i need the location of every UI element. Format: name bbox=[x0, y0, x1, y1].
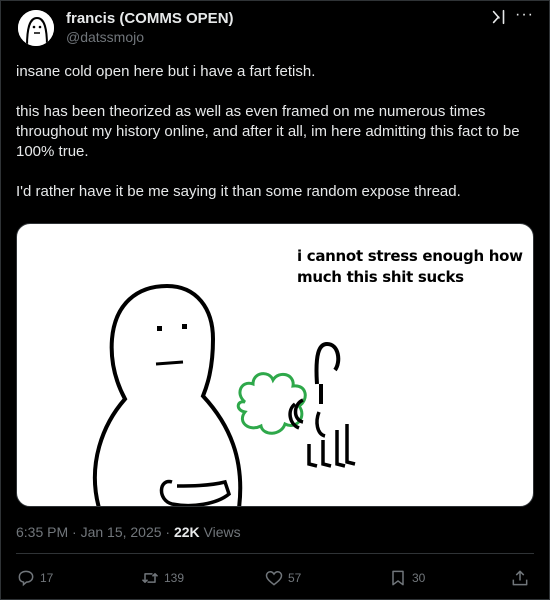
repost-count: 139 bbox=[164, 571, 185, 585]
tweet-paragraph: I'd rather have it be me saying it than … bbox=[16, 183, 461, 200]
like-icon bbox=[265, 570, 283, 586]
more-icon[interactable]: ··· bbox=[515, 7, 534, 23]
share-button[interactable] bbox=[510, 566, 534, 590]
tweet-text: insane cold open here but i have a fart … bbox=[16, 62, 536, 202]
author-names: francis (COMMS OPEN) @datssmojo bbox=[66, 10, 234, 46]
author-handle[interactable]: @datssmojo bbox=[66, 28, 234, 46]
creature-leg bbox=[345, 424, 356, 466]
tweet-header: francis (COMMS OPEN) @datssmojo ··· bbox=[16, 7, 534, 48]
media-caption: i cannot stress enough how much this shi… bbox=[297, 247, 523, 286]
action-bar: 17 139 57 30 bbox=[16, 566, 534, 590]
divider bbox=[16, 553, 534, 554]
avatar-face-icon bbox=[18, 10, 54, 46]
like-button[interactable]: 57 bbox=[264, 566, 301, 590]
share-icon bbox=[512, 570, 528, 586]
creature-leg bbox=[335, 430, 346, 468]
bookmark-button[interactable]: 30 bbox=[388, 566, 425, 590]
tweet-meta: 6:35 PM · Jan 15, 2025 · 22K Views bbox=[16, 524, 241, 540]
creature-body bbox=[315, 411, 326, 438]
creature-leg bbox=[321, 440, 332, 468]
creature-leg bbox=[307, 444, 318, 468]
figure-eye bbox=[182, 324, 187, 329]
author-display-name[interactable]: francis (COMMS OPEN) bbox=[66, 10, 234, 28]
bookmark-icon bbox=[392, 570, 404, 586]
views-label: Views bbox=[199, 524, 241, 540]
tweet-timestamp[interactable]: 6:35 PM · Jan 15, 2025 · bbox=[16, 524, 174, 540]
reply-count: 17 bbox=[40, 571, 54, 585]
tweet-media[interactable]: i cannot stress enough how much this shi… bbox=[16, 223, 534, 507]
repost-button[interactable]: 139 bbox=[140, 566, 184, 590]
figure-eye bbox=[157, 326, 162, 331]
creature-head bbox=[314, 341, 341, 385]
like-count: 57 bbox=[288, 571, 302, 585]
reply-icon bbox=[18, 570, 34, 587]
reply-button[interactable]: 17 bbox=[16, 566, 53, 590]
figure-mouth bbox=[155, 360, 184, 366]
avatar[interactable] bbox=[16, 8, 56, 48]
tweet-paragraph: insane cold open here but i have a fart … bbox=[16, 63, 316, 80]
grok-icon[interactable] bbox=[490, 8, 508, 26]
repost-icon bbox=[141, 573, 159, 583]
figure-arm bbox=[159, 479, 232, 506]
tweet-paragraph: this has been theorized as well as even … bbox=[16, 103, 520, 160]
figure-body bbox=[92, 283, 243, 506]
views-count[interactable]: 22K bbox=[174, 524, 200, 540]
bookmark-count: 30 bbox=[412, 571, 426, 585]
